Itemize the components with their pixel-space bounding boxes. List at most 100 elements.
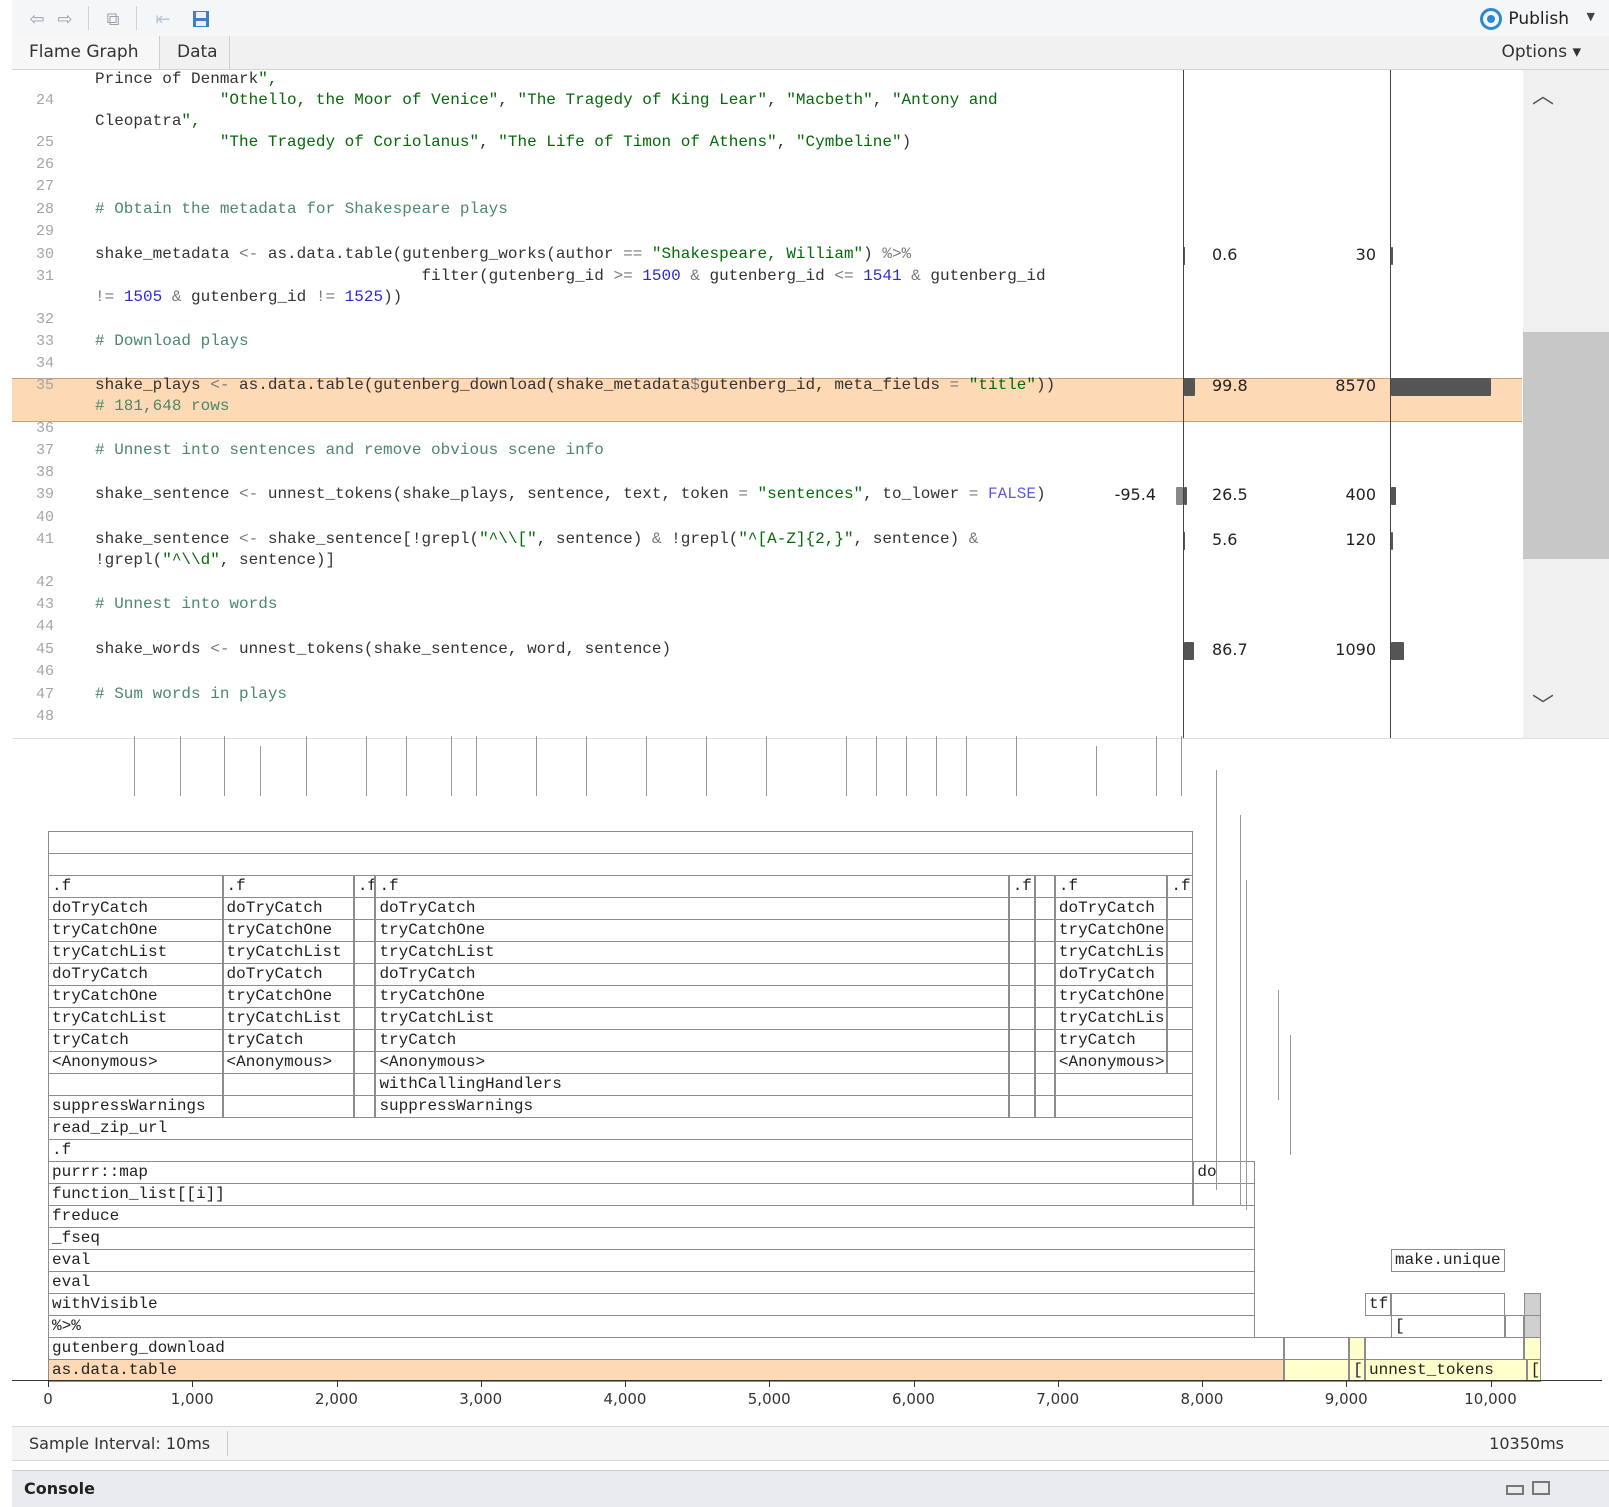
flame-frame[interactable] <box>1167 963 1194 986</box>
flame-frame[interactable] <box>1034 963 1055 986</box>
jump-back-icon[interactable]: ⇤ <box>152 8 174 30</box>
flame-frame[interactable]: tryCatchOne <box>375 985 1009 1008</box>
flame-frame[interactable]: <Anonymous> <box>1054 1051 1168 1074</box>
flame-frame[interactable] <box>1008 1029 1035 1052</box>
flame-frame[interactable] <box>1167 985 1194 1008</box>
flame-frame[interactable] <box>1034 1051 1055 1074</box>
flame-frame[interactable]: freduce <box>48 1205 1256 1228</box>
flame-frame[interactable] <box>1034 875 1055 898</box>
flame-frame[interactable]: tryCatchOne <box>375 919 1009 942</box>
flame-frame[interactable]: tryCatchList <box>222 941 354 964</box>
flame-frame[interactable]: [ <box>1526 1359 1541 1382</box>
flame-frame[interactable]: unnest_tokens <box>1365 1359 1527 1382</box>
flame-frame[interactable]: <Anonymous> <box>375 1051 1009 1074</box>
flame-frame[interactable] <box>1034 1073 1055 1096</box>
flame-frame[interactable] <box>1054 1073 1194 1096</box>
flame-frame[interactable]: tryCatchOne <box>222 919 354 942</box>
flame-frame[interactable]: tryCatchOne <box>222 985 354 1008</box>
flame-frame[interactable] <box>353 1029 376 1052</box>
flame-frame[interactable]: .f <box>1167 875 1194 898</box>
flame-frame[interactable]: doTryCatch <box>1054 963 1168 986</box>
flame-frame[interactable]: doTryCatch <box>48 897 223 920</box>
flame-frame[interactable]: as.data.table <box>48 1359 1285 1382</box>
flame-frame[interactable] <box>353 963 376 986</box>
flame-frame[interactable]: doTryCatch <box>222 963 354 986</box>
flame-frame[interactable] <box>1034 1007 1055 1030</box>
scroll-down-icon[interactable]: ﹀ <box>1532 688 1554 720</box>
flame-frame[interactable]: .f <box>48 1139 1194 1162</box>
flame-frame[interactable] <box>353 941 376 964</box>
flame-frame[interactable] <box>1167 1051 1194 1074</box>
maximize-window-icon[interactable] <box>1532 1481 1550 1495</box>
flame-frame[interactable]: function_list[[i]] <box>48 1183 1194 1206</box>
flame-frame[interactable] <box>353 985 376 1008</box>
flame-frame[interactable] <box>1034 985 1055 1008</box>
flame-frame[interactable] <box>1167 1029 1194 1052</box>
flame-frame[interactable]: tf <box>1365 1293 1391 1316</box>
flame-frame[interactable]: .f <box>48 875 223 898</box>
flame-frame[interactable]: doTryCatch <box>1054 897 1168 920</box>
flame-frame[interactable] <box>222 1073 354 1096</box>
flame-frame[interactable]: read_zip_url <box>48 1117 1194 1140</box>
flame-frame[interactable]: tryCatch <box>1054 1029 1168 1052</box>
flame-frame[interactable] <box>222 1095 354 1118</box>
flame-frame[interactable]: doTryCatch <box>48 963 223 986</box>
flame-frame[interactable] <box>1523 1315 1541 1338</box>
flame-frame[interactable] <box>1390 1293 1505 1316</box>
flame-frame[interactable] <box>1034 941 1055 964</box>
flame-frame[interactable] <box>1054 1095 1194 1118</box>
flame-frame[interactable] <box>1034 1029 1055 1052</box>
flame-frame[interactable] <box>1008 897 1035 920</box>
flame-frame[interactable] <box>1365 1337 1524 1360</box>
flame-frame[interactable] <box>353 1007 376 1030</box>
scrollbar-thumb[interactable] <box>1523 332 1609 559</box>
flame-frame[interactable] <box>48 831 1194 854</box>
flame-frame[interactable] <box>1167 919 1194 942</box>
flame-frame[interactable]: tryCatchList <box>48 941 223 964</box>
pane-splitter[interactable] <box>12 738 1609 739</box>
flame-frame[interactable] <box>48 853 1194 876</box>
flame-frame[interactable]: tryCatchOne <box>48 985 223 1008</box>
flame-frame[interactable] <box>1008 1051 1035 1074</box>
flame-frame[interactable]: withVisible <box>48 1293 1256 1316</box>
flame-frame[interactable] <box>1008 1095 1035 1118</box>
flame-frame[interactable]: doTryCatch <box>375 897 1009 920</box>
flame-frame[interactable]: %>% <box>48 1315 1256 1338</box>
flame-frame[interactable]: tryCatch <box>375 1029 1009 1052</box>
flame-frame[interactable]: .f <box>375 875 1009 898</box>
flame-frame[interactable] <box>1034 1095 1055 1118</box>
tab-flame-graph[interactable]: Flame Graph <box>12 36 160 69</box>
flame-frame[interactable] <box>1284 1359 1350 1382</box>
scroll-up-icon[interactable]: ︿ <box>1532 78 1554 110</box>
flame-frame[interactable] <box>353 1073 376 1096</box>
back-arrow-icon[interactable]: ⇦ <box>26 8 48 30</box>
flame-frame[interactable]: [ <box>1390 1315 1505 1338</box>
flame-frame[interactable] <box>1034 919 1055 942</box>
minimize-window-icon[interactable] <box>1506 1485 1524 1495</box>
flame-frame[interactable]: <Anonymous> <box>222 1051 354 1074</box>
flame-frame[interactable]: eval <box>48 1249 1256 1272</box>
flame-frame[interactable]: .f <box>1054 875 1168 898</box>
flame-frame[interactable]: tryCatchList <box>375 941 1009 964</box>
flame-frame[interactable]: make.unique <box>1390 1249 1505 1272</box>
flame-frame[interactable] <box>1008 985 1035 1008</box>
flame-frame[interactable] <box>1523 1337 1541 1360</box>
flame-frame[interactable] <box>1008 1073 1035 1096</box>
flame-frame[interactable]: withCallingHandlers <box>375 1073 1009 1096</box>
flame-frame[interactable]: tryCatch <box>48 1029 223 1052</box>
flame-frame[interactable] <box>1008 1007 1035 1030</box>
flame-frame[interactable] <box>353 1095 376 1118</box>
flame-frame[interactable]: tryCatchList <box>1054 1007 1168 1030</box>
flame-frame[interactable]: tryCatchOne <box>48 919 223 942</box>
flame-frame[interactable]: tryCatchList <box>1054 941 1168 964</box>
flame-frame[interactable]: .f <box>353 875 376 898</box>
console-pane-header[interactable]: Console <box>12 1470 1609 1507</box>
flame-frame[interactable]: purrr::map <box>48 1161 1194 1184</box>
popout-icon[interactable]: ⧉ <box>102 8 124 30</box>
flame-frame[interactable] <box>1284 1337 1350 1360</box>
flame-frame[interactable]: tryCatchOne <box>1054 985 1168 1008</box>
flame-frame[interactable] <box>1008 941 1035 964</box>
tab-data[interactable]: Data <box>160 36 230 69</box>
flame-frame[interactable] <box>1034 897 1055 920</box>
flame-frame[interactable]: tryCatchList <box>375 1007 1009 1030</box>
